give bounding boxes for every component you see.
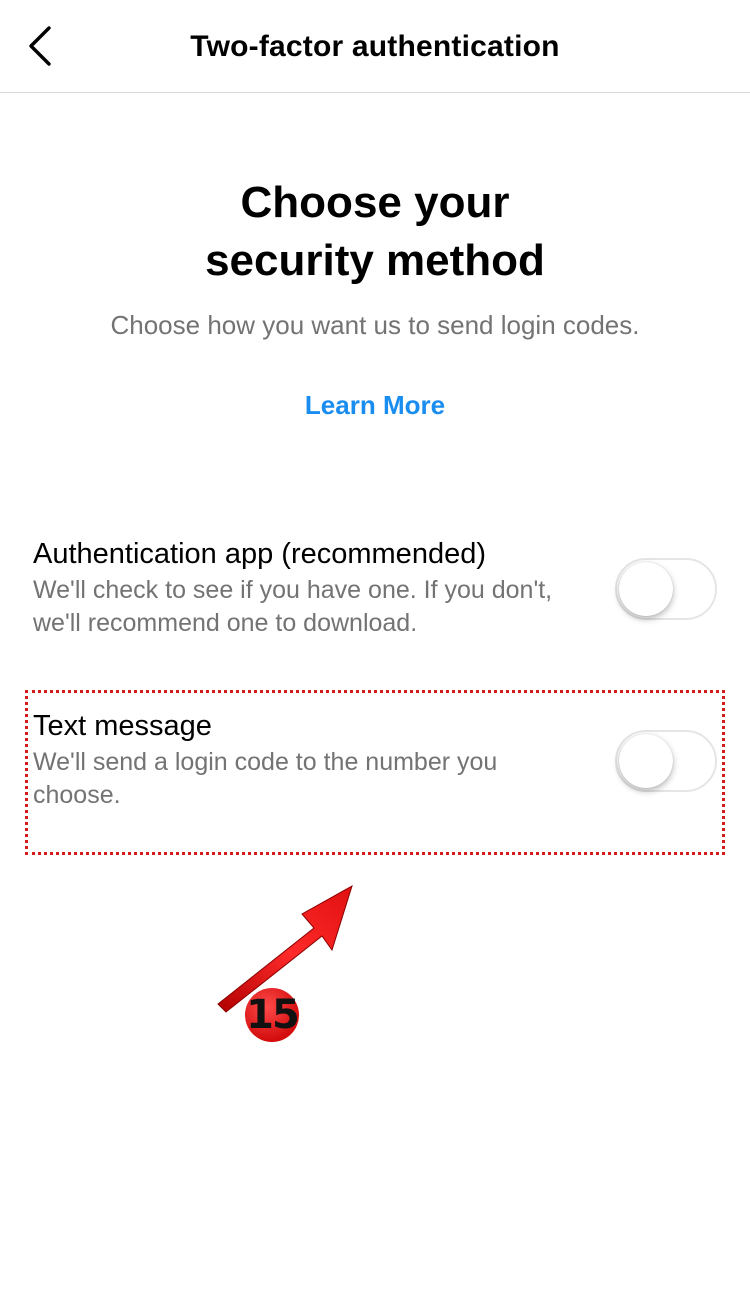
step-number-badge: 15 <box>245 988 300 1042</box>
learn-more-link[interactable]: Learn More <box>0 390 750 421</box>
page-title-line-1: Choose your <box>240 178 510 227</box>
header-title: Two-factor authentication <box>190 30 560 63</box>
toggle-knob <box>619 562 673 616</box>
page-title: Choose your security method <box>0 174 750 290</box>
option-description: We'll check to see if you have one. If y… <box>33 576 553 637</box>
page-subtitle: Choose how you want us to send login cod… <box>110 310 640 340</box>
two-factor-screen: Two-factor authentication Choose your se… <box>0 0 750 1298</box>
step-number: 15 <box>246 992 300 1038</box>
nav-header: Two-factor authentication <box>0 0 750 93</box>
page-title-line-2: security method <box>205 236 545 285</box>
highlight-box <box>25 690 725 855</box>
authentication-app-toggle[interactable] <box>615 558 717 620</box>
